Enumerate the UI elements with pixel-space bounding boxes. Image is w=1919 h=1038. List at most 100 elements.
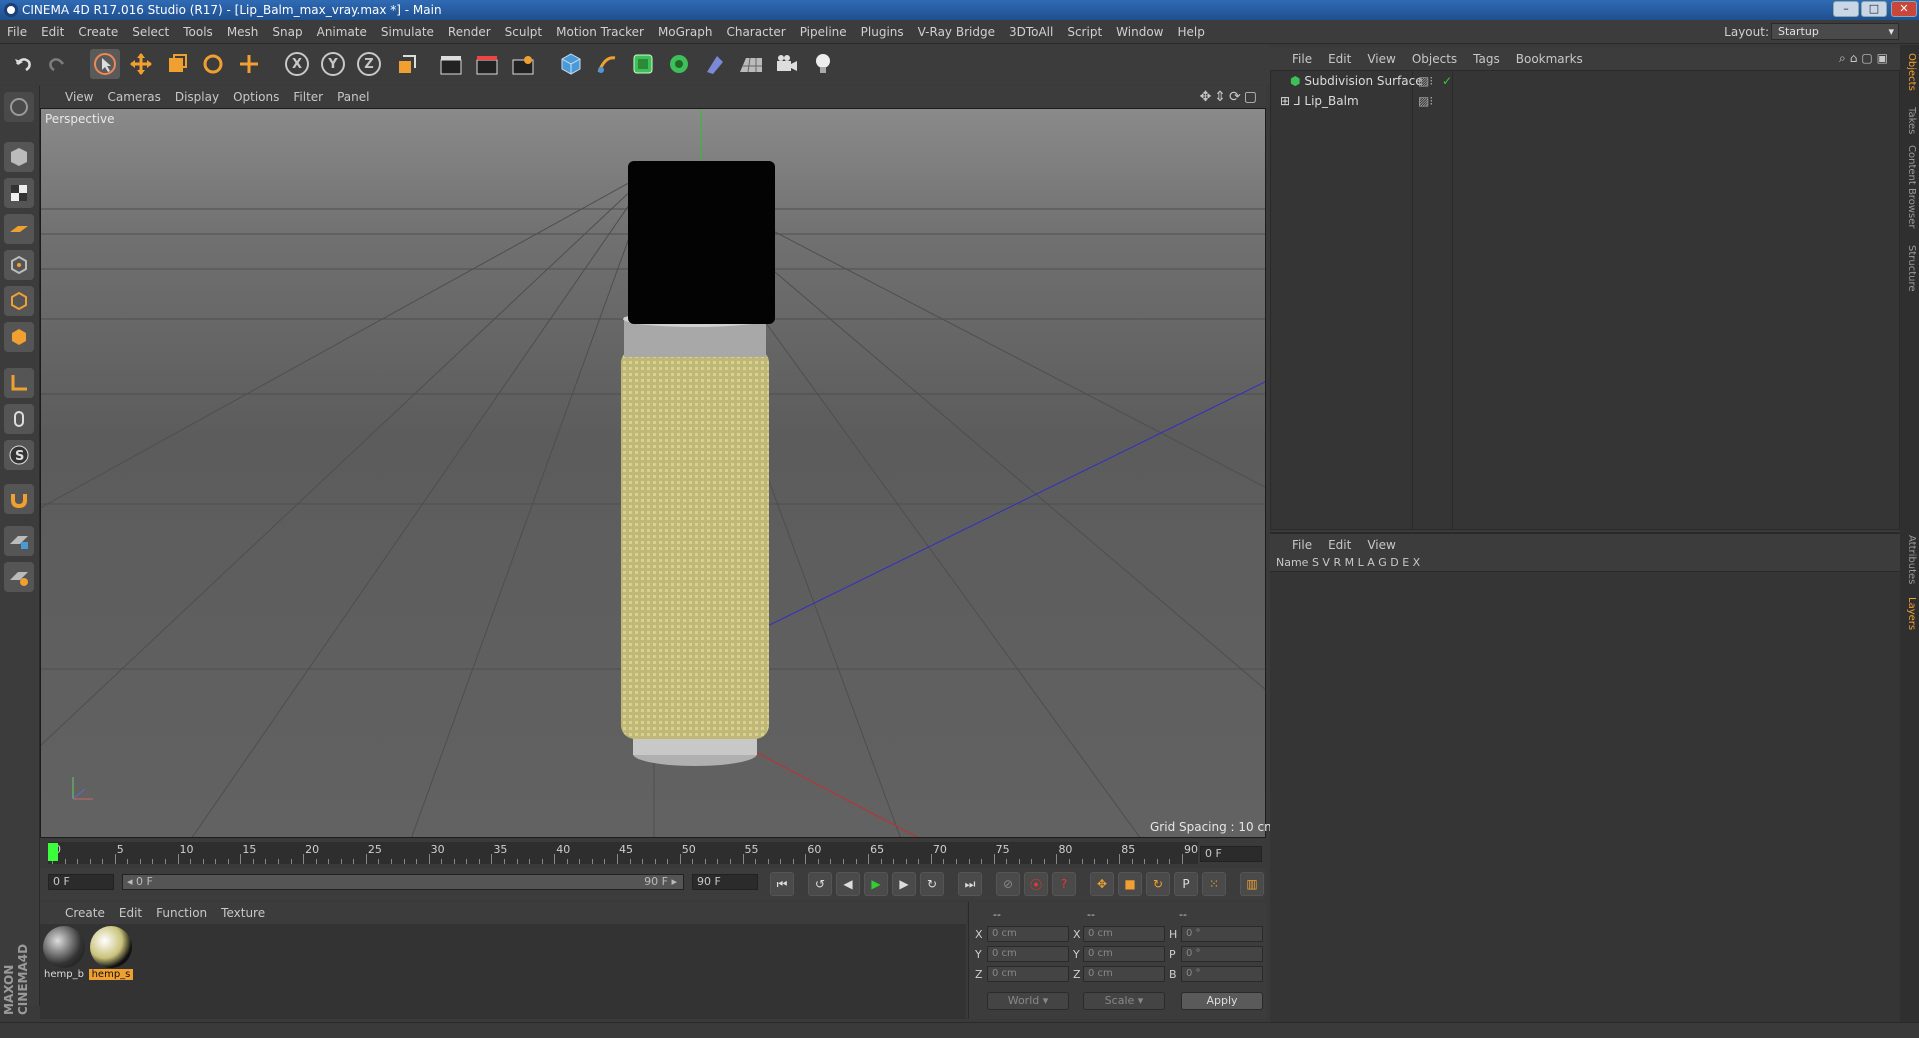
enabled-checkmark-icon[interactable]: ✓ bbox=[1442, 74, 1452, 88]
scale-select[interactable]: Scale ▾ bbox=[1083, 992, 1165, 1010]
undo-button[interactable] bbox=[8, 49, 38, 79]
layer-menu-view[interactable]: View bbox=[1359, 534, 1403, 556]
tab-structure[interactable]: Structure bbox=[1902, 245, 1917, 292]
previous-frame-button[interactable]: ◀ bbox=[836, 872, 860, 896]
light-button[interactable] bbox=[808, 49, 838, 79]
menu-script[interactable]: Script bbox=[1060, 20, 1109, 44]
object-menu-bookmarks[interactable]: Bookmarks bbox=[1508, 48, 1591, 70]
menu-character[interactable]: Character bbox=[719, 20, 792, 44]
tab-layers[interactable]: Layers bbox=[1902, 597, 1917, 630]
layer-menu-edit[interactable]: Edit bbox=[1320, 534, 1359, 556]
menu-mograph[interactable]: MoGraph bbox=[651, 20, 720, 44]
next-frame-button[interactable]: ▶ bbox=[892, 872, 916, 896]
redo-button[interactable] bbox=[42, 49, 72, 79]
scale-tool-button[interactable] bbox=[162, 49, 192, 79]
next-key-button[interactable]: ↻ bbox=[920, 872, 944, 896]
menu-render[interactable]: Render bbox=[441, 20, 498, 44]
world-select[interactable]: World ▾ bbox=[987, 992, 1069, 1010]
material-menu-texture[interactable]: Texture bbox=[214, 902, 272, 924]
lock-workplane-button[interactable] bbox=[4, 526, 34, 556]
viewport-menu-view[interactable]: View bbox=[58, 86, 100, 108]
menu-window[interactable]: Window bbox=[1109, 20, 1170, 44]
keyframe-selection-button[interactable]: ? bbox=[1052, 872, 1076, 896]
object-row-subdivision-surface[interactable]: ⬢ Subdivision Surface bbox=[1290, 74, 1423, 88]
go-to-end-button[interactable]: ⏭ bbox=[958, 872, 982, 896]
object-row-lip-balm[interactable]: ⊞ ⅃ Lip_Balm bbox=[1280, 94, 1359, 108]
menu-help[interactable]: Help bbox=[1170, 20, 1211, 44]
key-position-button[interactable]: ✥ bbox=[1090, 872, 1114, 896]
lip-balm-model[interactable] bbox=[621, 161, 775, 766]
z-axis-button[interactable]: Z bbox=[354, 49, 384, 79]
menu-simulate[interactable]: Simulate bbox=[374, 20, 441, 44]
size-y-field[interactable]: 0 cm bbox=[1083, 946, 1165, 962]
pen-spline-button[interactable] bbox=[592, 49, 622, 79]
viewport-menu-panel[interactable]: Panel bbox=[330, 86, 376, 108]
visibility-toggle-icon[interactable]: ▨⁝ bbox=[1418, 94, 1433, 108]
menu-mesh[interactable]: Mesh bbox=[220, 20, 266, 44]
timeline-window-button[interactable]: ▥ bbox=[1240, 872, 1264, 896]
points-mode-button[interactable] bbox=[4, 250, 34, 280]
viewport-menu-options[interactable]: Options bbox=[226, 86, 286, 108]
make-editable-button[interactable] bbox=[4, 92, 34, 122]
menu-create[interactable]: Create bbox=[71, 20, 125, 44]
axis-mode-button[interactable] bbox=[4, 368, 34, 398]
viewport-menu-display[interactable]: Display bbox=[168, 86, 226, 108]
cube-button[interactable] bbox=[556, 49, 586, 79]
menu-file[interactable]: File bbox=[0, 20, 34, 44]
render-settings-button[interactable] bbox=[508, 49, 538, 79]
key-parameter-button[interactable]: P bbox=[1174, 872, 1198, 896]
material-hemp-b-swatch[interactable] bbox=[43, 926, 85, 968]
object-menu-edit[interactable]: Edit bbox=[1320, 48, 1359, 70]
subdivision-surface-button[interactable] bbox=[628, 49, 658, 79]
menu-tools[interactable]: Tools bbox=[176, 20, 220, 44]
live-selection-button[interactable] bbox=[234, 49, 264, 79]
object-menu-tags[interactable]: Tags bbox=[1465, 48, 1508, 70]
key-rotation-button[interactable]: ↻ bbox=[1146, 872, 1170, 896]
menu-plugins[interactable]: Plugins bbox=[854, 20, 911, 44]
minimize-button[interactable]: – bbox=[1833, 1, 1859, 17]
size-z-field[interactable]: 0 cm bbox=[1083, 966, 1165, 982]
material-menu-edit[interactable]: Edit bbox=[112, 902, 149, 924]
menu-sculpt[interactable]: Sculpt bbox=[498, 20, 549, 44]
viewport-menu-filter[interactable]: Filter bbox=[286, 86, 330, 108]
workplane-mode-button[interactable] bbox=[4, 214, 34, 244]
object-menu-objects[interactable]: Objects bbox=[1404, 48, 1465, 70]
record-keys-button[interactable]: ⊘ bbox=[996, 872, 1020, 896]
edges-mode-button[interactable] bbox=[4, 286, 34, 316]
rotation-b-field[interactable]: 0 ° bbox=[1181, 966, 1263, 982]
polygons-mode-button[interactable] bbox=[4, 322, 34, 352]
coordinate-system-button[interactable] bbox=[392, 49, 422, 79]
render-picture-viewer-button[interactable] bbox=[472, 49, 502, 79]
viewport-nav-icons[interactable]: ✥⇕⟳▢ bbox=[1200, 89, 1260, 105]
tweak-mode-button[interactable] bbox=[4, 404, 34, 434]
3d-viewport[interactable] bbox=[40, 108, 1266, 838]
render-view-button[interactable] bbox=[436, 49, 466, 79]
key-scale-button[interactable]: ■ bbox=[1118, 872, 1142, 896]
menu-motion-tracker[interactable]: Motion Tracker bbox=[549, 20, 651, 44]
autokey-button[interactable]: ⦿ bbox=[1024, 872, 1048, 896]
object-menu-file[interactable]: File bbox=[1284, 48, 1320, 70]
timeline-ruler[interactable]: 051015202530354045505560657075808590 bbox=[48, 842, 1198, 864]
position-x-field[interactable]: 0 cm bbox=[987, 926, 1069, 942]
material-menu-create[interactable]: Create bbox=[58, 902, 112, 924]
magnet-button[interactable] bbox=[4, 484, 34, 514]
texture-mode-button[interactable] bbox=[4, 178, 34, 208]
planar-workplane-button[interactable] bbox=[4, 562, 34, 592]
model-mode-button[interactable] bbox=[4, 142, 34, 172]
previous-key-button[interactable]: ↺ bbox=[808, 872, 832, 896]
position-z-field[interactable]: 0 cm bbox=[987, 966, 1069, 982]
layer-menu-file[interactable]: File bbox=[1284, 534, 1320, 556]
close-button[interactable]: ✕ bbox=[1891, 1, 1917, 17]
apply-button[interactable]: Apply bbox=[1181, 992, 1263, 1010]
menu-edit[interactable]: Edit bbox=[34, 20, 71, 44]
size-x-field[interactable]: 0 cm bbox=[1083, 926, 1165, 942]
cloner-button[interactable] bbox=[664, 49, 694, 79]
visibility-toggle-icon[interactable]: ▨⁝ bbox=[1418, 74, 1433, 88]
rotate-tool-button[interactable] bbox=[198, 49, 228, 79]
object-menu-view[interactable]: View bbox=[1359, 48, 1403, 70]
end-frame-field[interactable]: 90 F bbox=[692, 874, 758, 890]
tab-takes[interactable]: Takes bbox=[1902, 107, 1917, 134]
tab-content-browser[interactable]: Content Browser bbox=[1902, 145, 1917, 228]
rotation-p-field[interactable]: 0 ° bbox=[1181, 946, 1263, 962]
playhead[interactable] bbox=[48, 843, 58, 861]
